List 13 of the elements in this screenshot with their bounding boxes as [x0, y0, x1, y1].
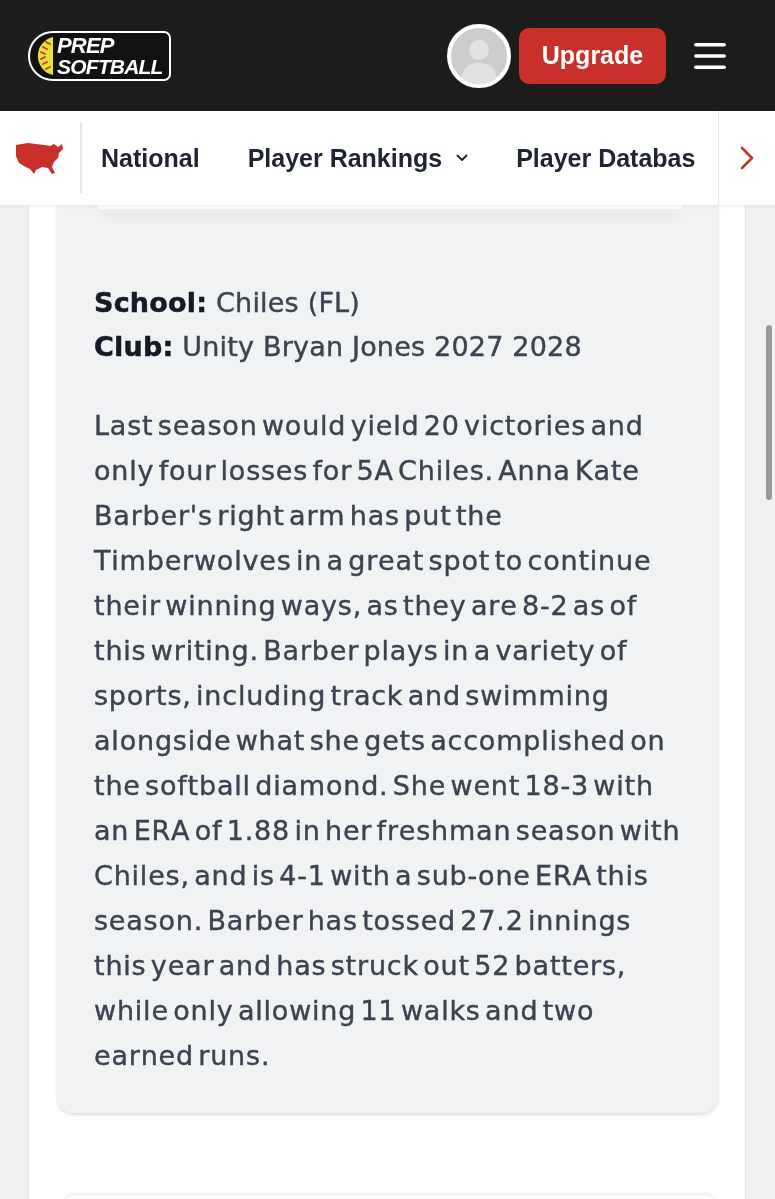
chevron-right-icon — [740, 146, 754, 170]
us-map-icon[interactable] — [14, 141, 64, 175]
nav-item[interactable]: National — [101, 143, 200, 173]
profile-field: Club: Unity Bryan Jones 2027 2028 — [94, 325, 698, 369]
logo[interactable]: PREP SOFTBALL — [28, 30, 171, 81]
bio-paragraph: Last season would yield 20 victories and only four losses for 5A Chiles. Anna Kate Barber's right arm has put the Timberwolves in a great spot to continue their winning ways, as they are 8-2 as of this writing. Barber plays in a variety of sports, including track and swimming alongside what she gets accomplished on the softball diamond. She went 18-3 with an ERA of 1.88 in her freshman season with Chiles, and is 4-1 with a sub-one ERA this season. Barber has tossed 27.2 innings this year and has struck out 52 batters, while only allowing 11 walks and two earned runs. — [94, 409, 682, 1073]
nav-item[interactable]: Player Rankings — [247, 143, 469, 173]
avatar-icon[interactable] — [447, 23, 511, 88]
profile-field: School: Chiles (FL) — [94, 281, 698, 325]
chevron-down-icon — [456, 154, 469, 162]
upgrade-button[interactable]: Upgrade — [519, 27, 666, 84]
nav-item[interactable]: Player Databas — [516, 143, 696, 173]
menu-icon[interactable] — [694, 42, 726, 69]
